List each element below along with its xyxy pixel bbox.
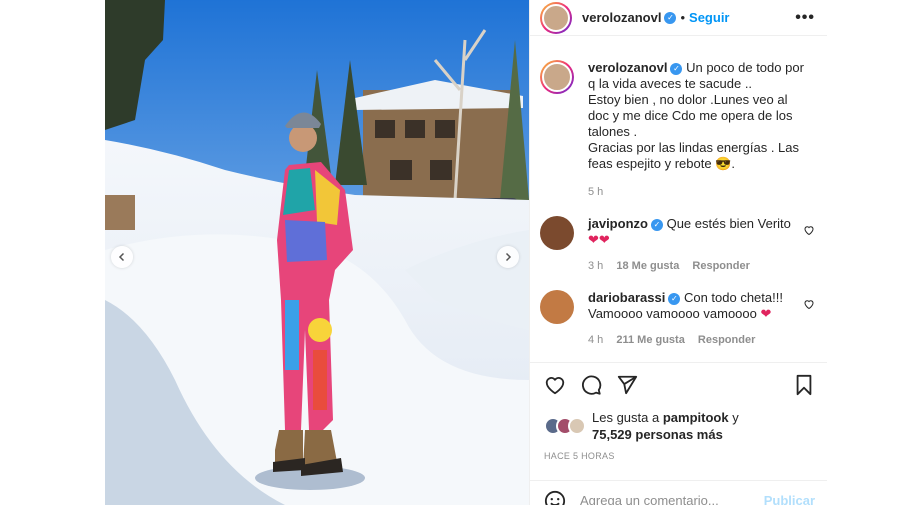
comment-hearts: ❤ <box>760 306 772 321</box>
post-modal: verolozanovl ✓ • Seguir ••• verolozanovl… <box>105 0 827 505</box>
comment-username[interactable]: dariobarassi <box>588 290 665 305</box>
chevron-left-icon <box>118 252 125 262</box>
caption-line-3: Gracias por las lindas energías . Las fe… <box>588 140 799 171</box>
heart-icon[interactable] <box>544 374 566 396</box>
comment-text: Que estés bien Verito <box>666 216 791 231</box>
comment-hearts: ❤❤ <box>588 232 610 247</box>
caption-line-2: Estoy bien , no dolor .Lunes veo al doc … <box>588 92 793 139</box>
likes-summary: Les gusta a pampitook y 75,529 personas … <box>544 409 815 443</box>
next-photo-button[interactable] <box>497 246 519 268</box>
author-username[interactable]: verolozanovl <box>582 10 661 25</box>
comment-username[interactable]: javiponzo <box>588 216 648 231</box>
caption-username[interactable]: verolozanovl <box>588 60 667 75</box>
share-icon[interactable] <box>616 374 638 396</box>
verified-badge-icon: ✓ <box>650 218 663 231</box>
liker-username[interactable]: pampitook <box>663 410 729 425</box>
comment-likes[interactable]: 211 Me gusta <box>616 334 684 346</box>
verified-badge-icon: ✓ <box>670 62 683 75</box>
comment-likes[interactable]: 18 Me gusta <box>616 260 679 272</box>
liker-avatars[interactable] <box>544 417 586 435</box>
reply-button[interactable]: Responder <box>692 260 749 272</box>
add-comment-bar: Publicar <box>530 480 827 505</box>
comment-icon[interactable] <box>580 374 602 396</box>
comment-time[interactable]: 4 h <box>588 334 603 346</box>
comment-item: javiponzo ✓ Que estés bien Verito ❤❤ 3 h … <box>540 216 815 274</box>
comment-meta: 4 h 211 Me gusta Responder <box>588 332 795 348</box>
comment-like-heart-icon[interactable] <box>803 224 815 236</box>
commenter-avatar[interactable] <box>540 216 574 250</box>
likes-count[interactable]: 75,529 personas más <box>592 427 723 442</box>
caption: verolozanovl ✓ Un poco de todo por q la v… <box>540 60 815 200</box>
verified-badge-icon: ✓ <box>668 292 681 305</box>
comment-item: dariobarassi ✓ Con todo cheta!!! Vamoooo … <box>540 290 815 348</box>
bookmark-icon[interactable] <box>793 374 815 396</box>
publish-button[interactable]: Publicar <box>764 493 815 505</box>
likes-text: Les gusta a pampitook y 75,529 personas … <box>592 409 739 443</box>
comment-meta: 3 h 18 Me gusta Responder <box>588 258 795 274</box>
posted-time[interactable]: HACE 5 HORAS <box>544 451 615 461</box>
commenter-avatar[interactable] <box>540 290 574 324</box>
follow-button[interactable]: Seguir <box>689 10 729 25</box>
caption-meta: 5 h <box>588 184 809 200</box>
likes-prefix: Les gusta a <box>592 410 660 425</box>
likes-conjunction: y <box>732 410 739 425</box>
dot-separator: • <box>680 10 686 25</box>
post-photo[interactable] <box>105 0 529 505</box>
comment-input[interactable] <box>580 493 764 505</box>
author-avatar[interactable] <box>540 1 572 34</box>
comment-time[interactable]: 3 h <box>588 260 603 272</box>
post-header: verolozanovl ✓ • Seguir ••• <box>530 0 827 36</box>
post-sidebar: verolozanovl ✓ • Seguir ••• verolozanovl… <box>529 0 827 505</box>
more-options-icon[interactable]: ••• <box>795 9 815 27</box>
post-actions <box>530 362 827 406</box>
chevron-right-icon <box>505 252 512 262</box>
photo-illustration <box>105 0 529 505</box>
liker-avatar <box>568 417 586 435</box>
comments-list[interactable]: verolozanovl ✓ Un poco de todo por q la v… <box>530 44 827 362</box>
emoji-icon[interactable] <box>544 490 566 505</box>
caption-time[interactable]: 5 h <box>588 186 603 198</box>
reply-button[interactable]: Responder <box>698 334 755 346</box>
previous-photo-button[interactable] <box>111 246 133 268</box>
comment-like-heart-icon[interactable] <box>803 298 815 310</box>
caption-avatar[interactable] <box>540 60 574 94</box>
verified-badge-icon: ✓ <box>664 11 677 24</box>
